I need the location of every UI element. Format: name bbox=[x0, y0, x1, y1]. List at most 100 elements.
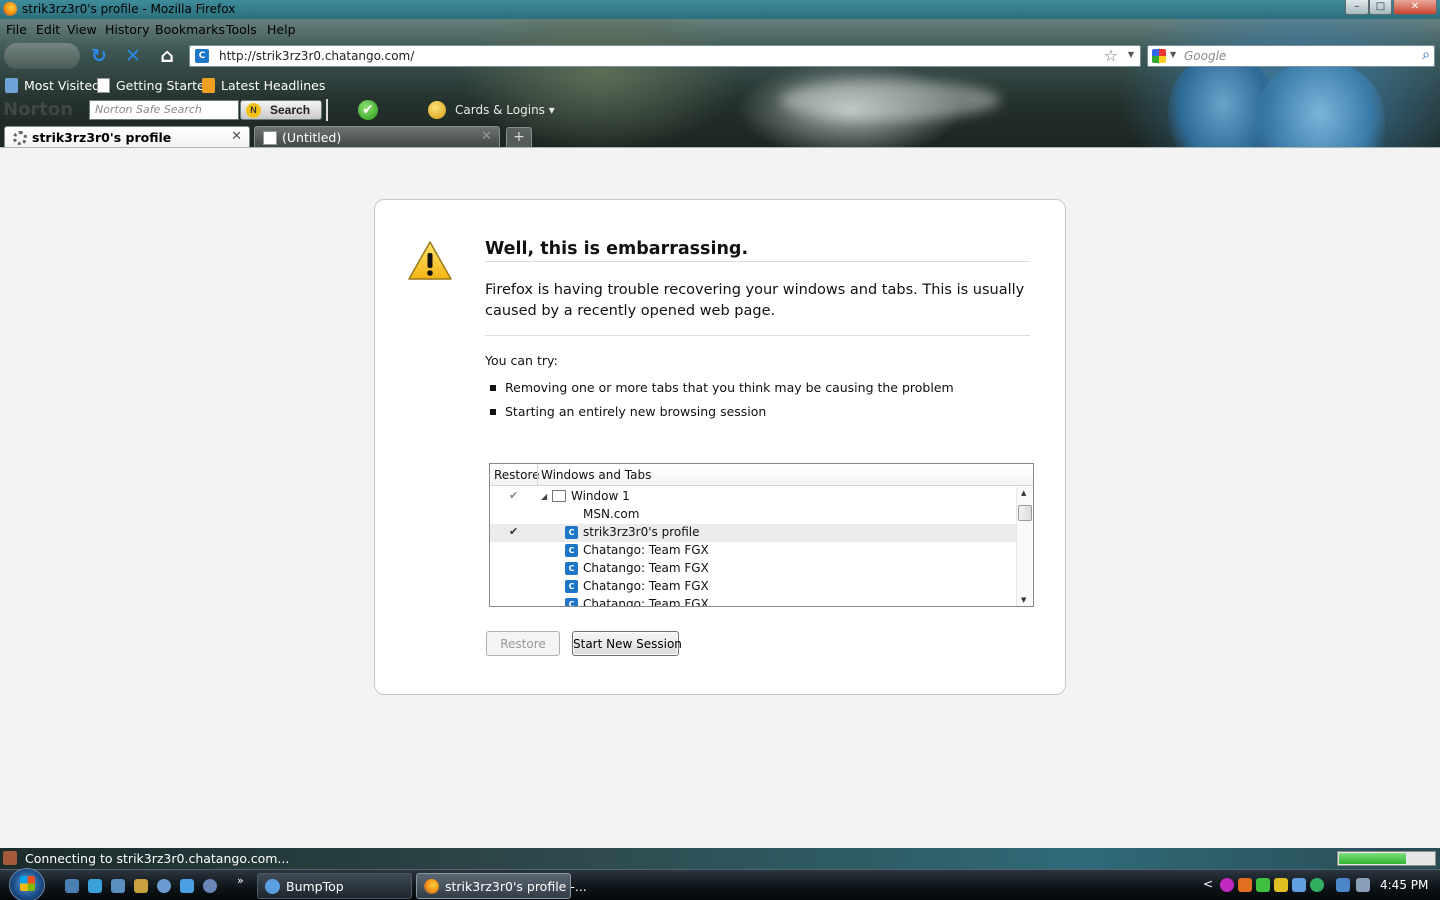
taskbar-item-label: BumpTop bbox=[286, 879, 344, 894]
title-bar: strik3rz3r0's profile - Mozilla Firefox … bbox=[0, 0, 1440, 19]
network-status-icon[interactable] bbox=[1336, 878, 1350, 892]
search-bar[interactable]: ▼ Google ⌕ bbox=[1147, 45, 1435, 67]
back-forward-button[interactable] bbox=[4, 43, 80, 69]
chrome-divider bbox=[0, 147, 1440, 148]
safe-web-check-icon[interactable]: ✔ bbox=[358, 100, 378, 120]
chatango-icon: C bbox=[565, 526, 578, 539]
norton-watermark: Norton bbox=[3, 99, 74, 120]
tree-row-window[interactable]: ✔ ◢ Window 1 bbox=[490, 488, 1016, 506]
tray-app-icon[interactable] bbox=[1310, 878, 1324, 892]
bumptop-icon bbox=[265, 879, 280, 894]
title-divider bbox=[485, 261, 1030, 262]
norton-search-button[interactable]: N Search bbox=[240, 100, 322, 120]
tab-close-icon[interactable]: ✕ bbox=[231, 129, 242, 144]
bookmark-latest-headlines[interactable]: Latest Headlines bbox=[202, 78, 325, 93]
menu-history[interactable]: History bbox=[105, 22, 149, 37]
restore-checkbox[interactable]: ✔ bbox=[509, 489, 518, 502]
maximize-button[interactable]: □ bbox=[1369, 0, 1392, 15]
start-new-session-button[interactable]: Start New Session bbox=[572, 631, 682, 656]
chatango-icon: C bbox=[565, 562, 578, 575]
bookmark-star-icon[interactable]: ☆ bbox=[1104, 46, 1118, 65]
bookmark-getting-started[interactable]: Getting Started bbox=[97, 78, 213, 93]
media-icon[interactable] bbox=[134, 879, 148, 893]
home-icon[interactable]: ⌂ bbox=[156, 45, 178, 67]
tree-row-tab[interactable]: C Chatango: Team FGX bbox=[490, 542, 1016, 560]
search-engine-dropdown-icon[interactable]: ▼ bbox=[1170, 50, 1176, 59]
tray-expand-icon[interactable]: < bbox=[1203, 877, 1213, 891]
url-text[interactable]: http://strik3rz3r0.chatango.com/ bbox=[219, 49, 414, 63]
close-button[interactable]: ✕ bbox=[1393, 0, 1437, 15]
status-addon-icon[interactable] bbox=[3, 851, 17, 865]
show-desktop-icon[interactable] bbox=[65, 879, 79, 893]
quicklaunch-more-icon[interactable]: » bbox=[237, 874, 244, 887]
start-button[interactable] bbox=[9, 868, 45, 900]
restore-checkbox[interactable]: ✔ bbox=[509, 525, 518, 538]
tray-app-icon[interactable] bbox=[1256, 878, 1270, 892]
search-placeholder: Google bbox=[1184, 49, 1227, 63]
google-icon[interactable] bbox=[1152, 49, 1166, 63]
stop-icon[interactable]: ✕ bbox=[122, 45, 144, 67]
loading-spinner-icon bbox=[13, 131, 27, 145]
expand-twisty-icon[interactable]: ◢ bbox=[541, 492, 547, 501]
warning-icon bbox=[408, 241, 452, 280]
tray-app-icon[interactable] bbox=[1220, 878, 1234, 892]
page-icon bbox=[263, 131, 277, 145]
tab-profile[interactable]: strik3rz3r0's profile ✕ bbox=[4, 126, 250, 148]
norton-search-input[interactable]: Norton Safe Search bbox=[89, 100, 239, 120]
scrollbar-thumb[interactable] bbox=[1018, 505, 1032, 521]
tab-untitled[interactable]: (Untitled) ✕ bbox=[254, 126, 500, 148]
tab-close-icon[interactable]: ✕ bbox=[481, 129, 492, 144]
taskbar-item-bumptop[interactable]: BumpTop bbox=[257, 873, 412, 899]
tree-row-tab-selected[interactable]: ✔ C strik3rz3r0's profile bbox=[490, 524, 1016, 542]
menu-view[interactable]: View bbox=[67, 22, 97, 37]
lock-icon[interactable] bbox=[428, 101, 446, 119]
url-dropdown-icon[interactable]: ▼ bbox=[1128, 50, 1134, 59]
menu-help[interactable]: Help bbox=[267, 22, 296, 37]
tree-row-tab[interactable]: C Chatango: Team FGX bbox=[490, 578, 1016, 596]
tree-row-tab[interactable]: C Chatango: Team FGX bbox=[490, 560, 1016, 578]
bookmark-label: Getting Started bbox=[116, 78, 213, 93]
tree-scrollbar[interactable]: ▲ ▼ bbox=[1016, 487, 1033, 606]
scroll-down-arrow-icon[interactable]: ▼ bbox=[1021, 596, 1026, 604]
volume-icon[interactable] bbox=[1356, 878, 1370, 892]
menu-edit[interactable]: Edit bbox=[36, 22, 60, 37]
windows-taskbar: » BumpTop strik3rz3r0's profile -... < 4… bbox=[0, 868, 1440, 900]
window-title: strik3rz3r0's profile - Mozilla Firefox bbox=[22, 2, 236, 16]
tree-row-tab[interactable]: C Chatango: Team FGX bbox=[490, 596, 1016, 606]
taskbar-item-firefox[interactable]: strik3rz3r0's profile -... bbox=[416, 873, 587, 899]
menu-tools[interactable]: Tools bbox=[226, 22, 257, 37]
reload-icon[interactable]: ↻ bbox=[88, 45, 110, 67]
menu-bookmarks[interactable]: Bookmarks bbox=[155, 22, 225, 37]
rss-icon bbox=[202, 78, 215, 93]
cards-logins-menu[interactable]: Cards & Logins ▾ bbox=[455, 103, 555, 117]
column-separator[interactable] bbox=[537, 464, 538, 485]
bookmark-folder-icon bbox=[5, 78, 18, 93]
url-bar[interactable]: C http://strik3rz3r0.chatango.com/ ☆ ▼ bbox=[189, 45, 1141, 67]
site-favicon-icon: C bbox=[195, 49, 209, 63]
list-item: Starting an entirely new browsing sessio… bbox=[485, 404, 954, 428]
message-divider bbox=[485, 335, 1030, 336]
minimize-button[interactable]: – bbox=[1345, 0, 1369, 15]
row-label: strik3rz3r0's profile bbox=[583, 525, 700, 539]
column-restore[interactable]: Restore bbox=[494, 468, 540, 482]
new-tab-button[interactable]: + bbox=[506, 127, 532, 147]
chatango-icon: C bbox=[565, 580, 578, 593]
tab-bar: strik3rz3r0's profile ✕ (Untitled) ✕ + bbox=[0, 125, 1440, 148]
search-icon[interactable]: ⌕ bbox=[1422, 47, 1430, 63]
scroll-up-arrow-icon[interactable]: ▲ bbox=[1021, 489, 1026, 497]
tree-row-tab[interactable]: MSN.com bbox=[490, 506, 1016, 524]
menu-file[interactable]: File bbox=[6, 22, 27, 37]
browser-icon[interactable] bbox=[203, 879, 217, 893]
network-icon[interactable] bbox=[180, 879, 194, 893]
tray-app-icon[interactable] bbox=[1238, 878, 1252, 892]
tray-app-icon[interactable] bbox=[1292, 878, 1306, 892]
switch-windows-icon[interactable] bbox=[111, 879, 125, 893]
quicklaunch-app-icon[interactable] bbox=[88, 879, 102, 893]
column-windows-tabs[interactable]: Windows and Tabs bbox=[541, 468, 651, 482]
restore-button[interactable]: Restore bbox=[486, 631, 560, 656]
itunes-icon[interactable] bbox=[157, 879, 171, 893]
clock[interactable]: 4:45 PM bbox=[1380, 878, 1428, 892]
bookmark-most-visited[interactable]: Most Visited bbox=[5, 78, 100, 93]
tray-app-icon[interactable] bbox=[1274, 878, 1288, 892]
windows-tabs-tree[interactable]: Restore Windows and Tabs ✔ ◢ Window 1 MS… bbox=[489, 463, 1034, 607]
